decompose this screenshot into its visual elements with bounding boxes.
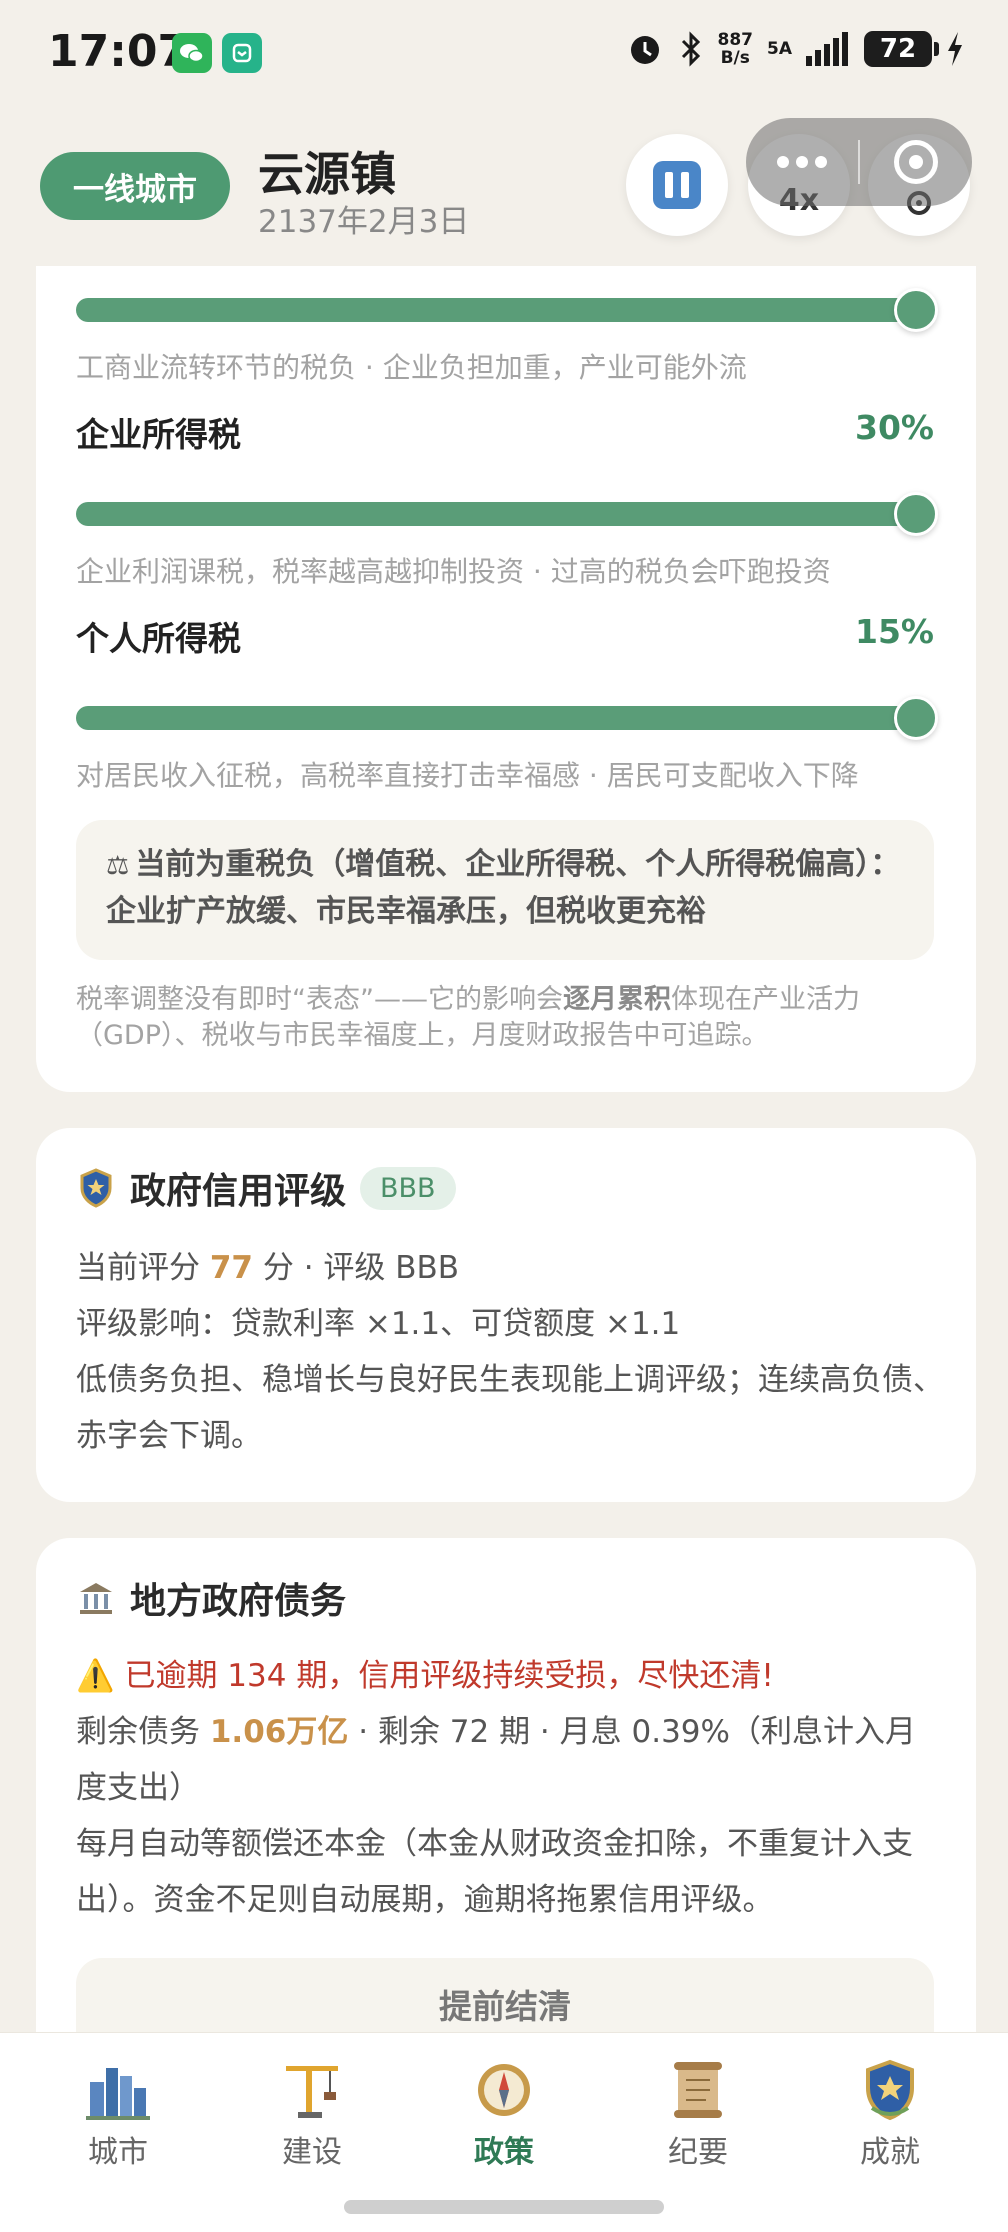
nav-achievements[interactable]: 成就 — [830, 2055, 950, 2171]
income-tax-slider[interactable] — [76, 696, 938, 740]
tax-burden-tip: ⚖ 当前为重税负（增值税、企业所得税、个人所得税偏高）：企业扩产放缓、市民幸福承压… — [76, 820, 934, 960]
overdue-warning: ⚠️ 已逾期 134 期，信用评级持续受损，尽快还清! — [76, 1658, 774, 1694]
city-tier-badge[interactable]: 一线城市 — [40, 152, 230, 220]
corporate-tax-slider[interactable] — [76, 492, 938, 536]
debt-title: 地方政府债务 — [76, 1572, 346, 1624]
income-tax-label: 个人所得税 — [76, 619, 241, 658]
nav-build[interactable]: 建设 — [252, 2055, 372, 2171]
corporate-tax-description: 企业利润课税，税率越高越抑制投资 · 过高的税负会吓跑投资 — [76, 555, 831, 588]
close-miniprogram-icon[interactable] — [860, 140, 972, 184]
debt-description: 每月自动等额偿还本金（本金从财政资金扣除，不重复计入支出）。资金不足则自动展期，… — [76, 1826, 913, 1918]
more-icon[interactable] — [746, 156, 858, 168]
status-time: 17:07 — [48, 26, 189, 77]
remaining-debt-line: 剩余债务 1.06万亿 · 剩余 72 期 · 月息 0.39%（利息计入月度支… — [76, 1714, 916, 1806]
nav-records[interactable]: 纪要 — [638, 2055, 758, 2171]
tax-burden-tip-text: 当前为重税负（增值税、企业所得税、个人所得税偏高）：企业扩产放缓、市民幸福承压，… — [106, 847, 901, 929]
signal-icon — [806, 32, 848, 66]
rating-badge: BBB — [360, 1166, 456, 1210]
corporate-tax-label: 企业所得税 — [76, 415, 241, 454]
vat-slider[interactable] — [76, 288, 938, 332]
medal-icon — [855, 2055, 925, 2125]
nav-label: 纪要 — [668, 2135, 728, 2170]
tax-note: 税率调整没有即时“表态”——它的影响会逐月累积体现在产业活力（GDP）、税收与市… — [76, 984, 860, 1051]
alarm-icon — [630, 36, 659, 64]
slider-knob[interactable] — [894, 696, 938, 740]
nav-city[interactable]: 城市 — [58, 2055, 178, 2171]
slider-knob[interactable] — [894, 288, 938, 332]
income-tax-value: 15% — [855, 612, 934, 651]
scale-icon: ⚖ — [106, 851, 130, 881]
miniprogram-capsule — [746, 118, 972, 206]
mi-icon — [222, 33, 262, 73]
credit-rating-card: 政府信用评级 BBB 当前评分 77 分 · 评级 BBB 评级影响：贷款利率 … — [36, 1128, 976, 1502]
tax-card: 工商业流转环节的税负 · 企业负担加重，产业可能外流 企业所得税 30% 企业利… — [36, 266, 976, 1092]
crane-icon — [277, 2055, 347, 2125]
battery-indicator: 72 — [864, 31, 939, 67]
nav-label: 城市 — [88, 2135, 148, 2170]
net-speed: 887 B/s — [717, 30, 754, 68]
nav-label: 建设 — [282, 2135, 342, 2170]
nav-label: 政策 — [474, 2135, 534, 2170]
credit-score-value: 77 — [209, 1250, 253, 1286]
income-tax-description: 对居民收入征税，高税率直接打击幸福感 · 居民可支配收入下降 — [76, 759, 859, 792]
credit-score-line: 当前评分 77 分 · 评级 BBB — [76, 1250, 460, 1286]
status-bar: 17:07 887 B/s 5A 72 — [0, 0, 1008, 110]
scroll-icon — [663, 2055, 733, 2125]
rating-description: 低债务负担、稳增长与良好民生表现能上调评级；连续高负债、赤字会下调。 — [76, 1362, 944, 1454]
city-name: 云源镇 — [258, 147, 396, 201]
home-indicator[interactable] — [344, 2200, 664, 2214]
wechat-icon — [172, 33, 212, 73]
government-debt-card: 地方政府债务 ⚠️ 已逾期 134 期，信用评级持续受损，尽快还清! 剩余债务 … — [36, 1538, 976, 2098]
rating-effect: 评级影响：贷款利率 ×1.1、可贷额度 ×1.1 — [76, 1306, 681, 1342]
bluetooth-icon — [681, 31, 700, 67]
signal-label: 5A — [767, 39, 792, 59]
pause-icon — [653, 161, 701, 209]
corporate-tax-value: 30% — [855, 408, 934, 447]
police-badge-icon — [76, 1168, 116, 1208]
charging-icon — [948, 32, 962, 66]
vat-description: 工商业流转环节的税负 · 企业负担加重，产业可能外流 — [76, 351, 747, 384]
nav-label: 成就 — [860, 2135, 920, 2170]
city-icon — [83, 2055, 153, 2125]
nav-policy[interactable]: 政策 — [444, 2055, 564, 2171]
pause-button[interactable] — [626, 134, 728, 236]
compass-icon — [469, 2055, 539, 2125]
game-date: 2137年2月3日 — [258, 204, 470, 240]
credit-rating-title: 政府信用评级 BBB — [76, 1162, 456, 1214]
remaining-debt-amount: 1.06万亿 — [209, 1714, 349, 1750]
slider-knob[interactable] — [894, 492, 938, 536]
bank-icon — [76, 1578, 116, 1618]
